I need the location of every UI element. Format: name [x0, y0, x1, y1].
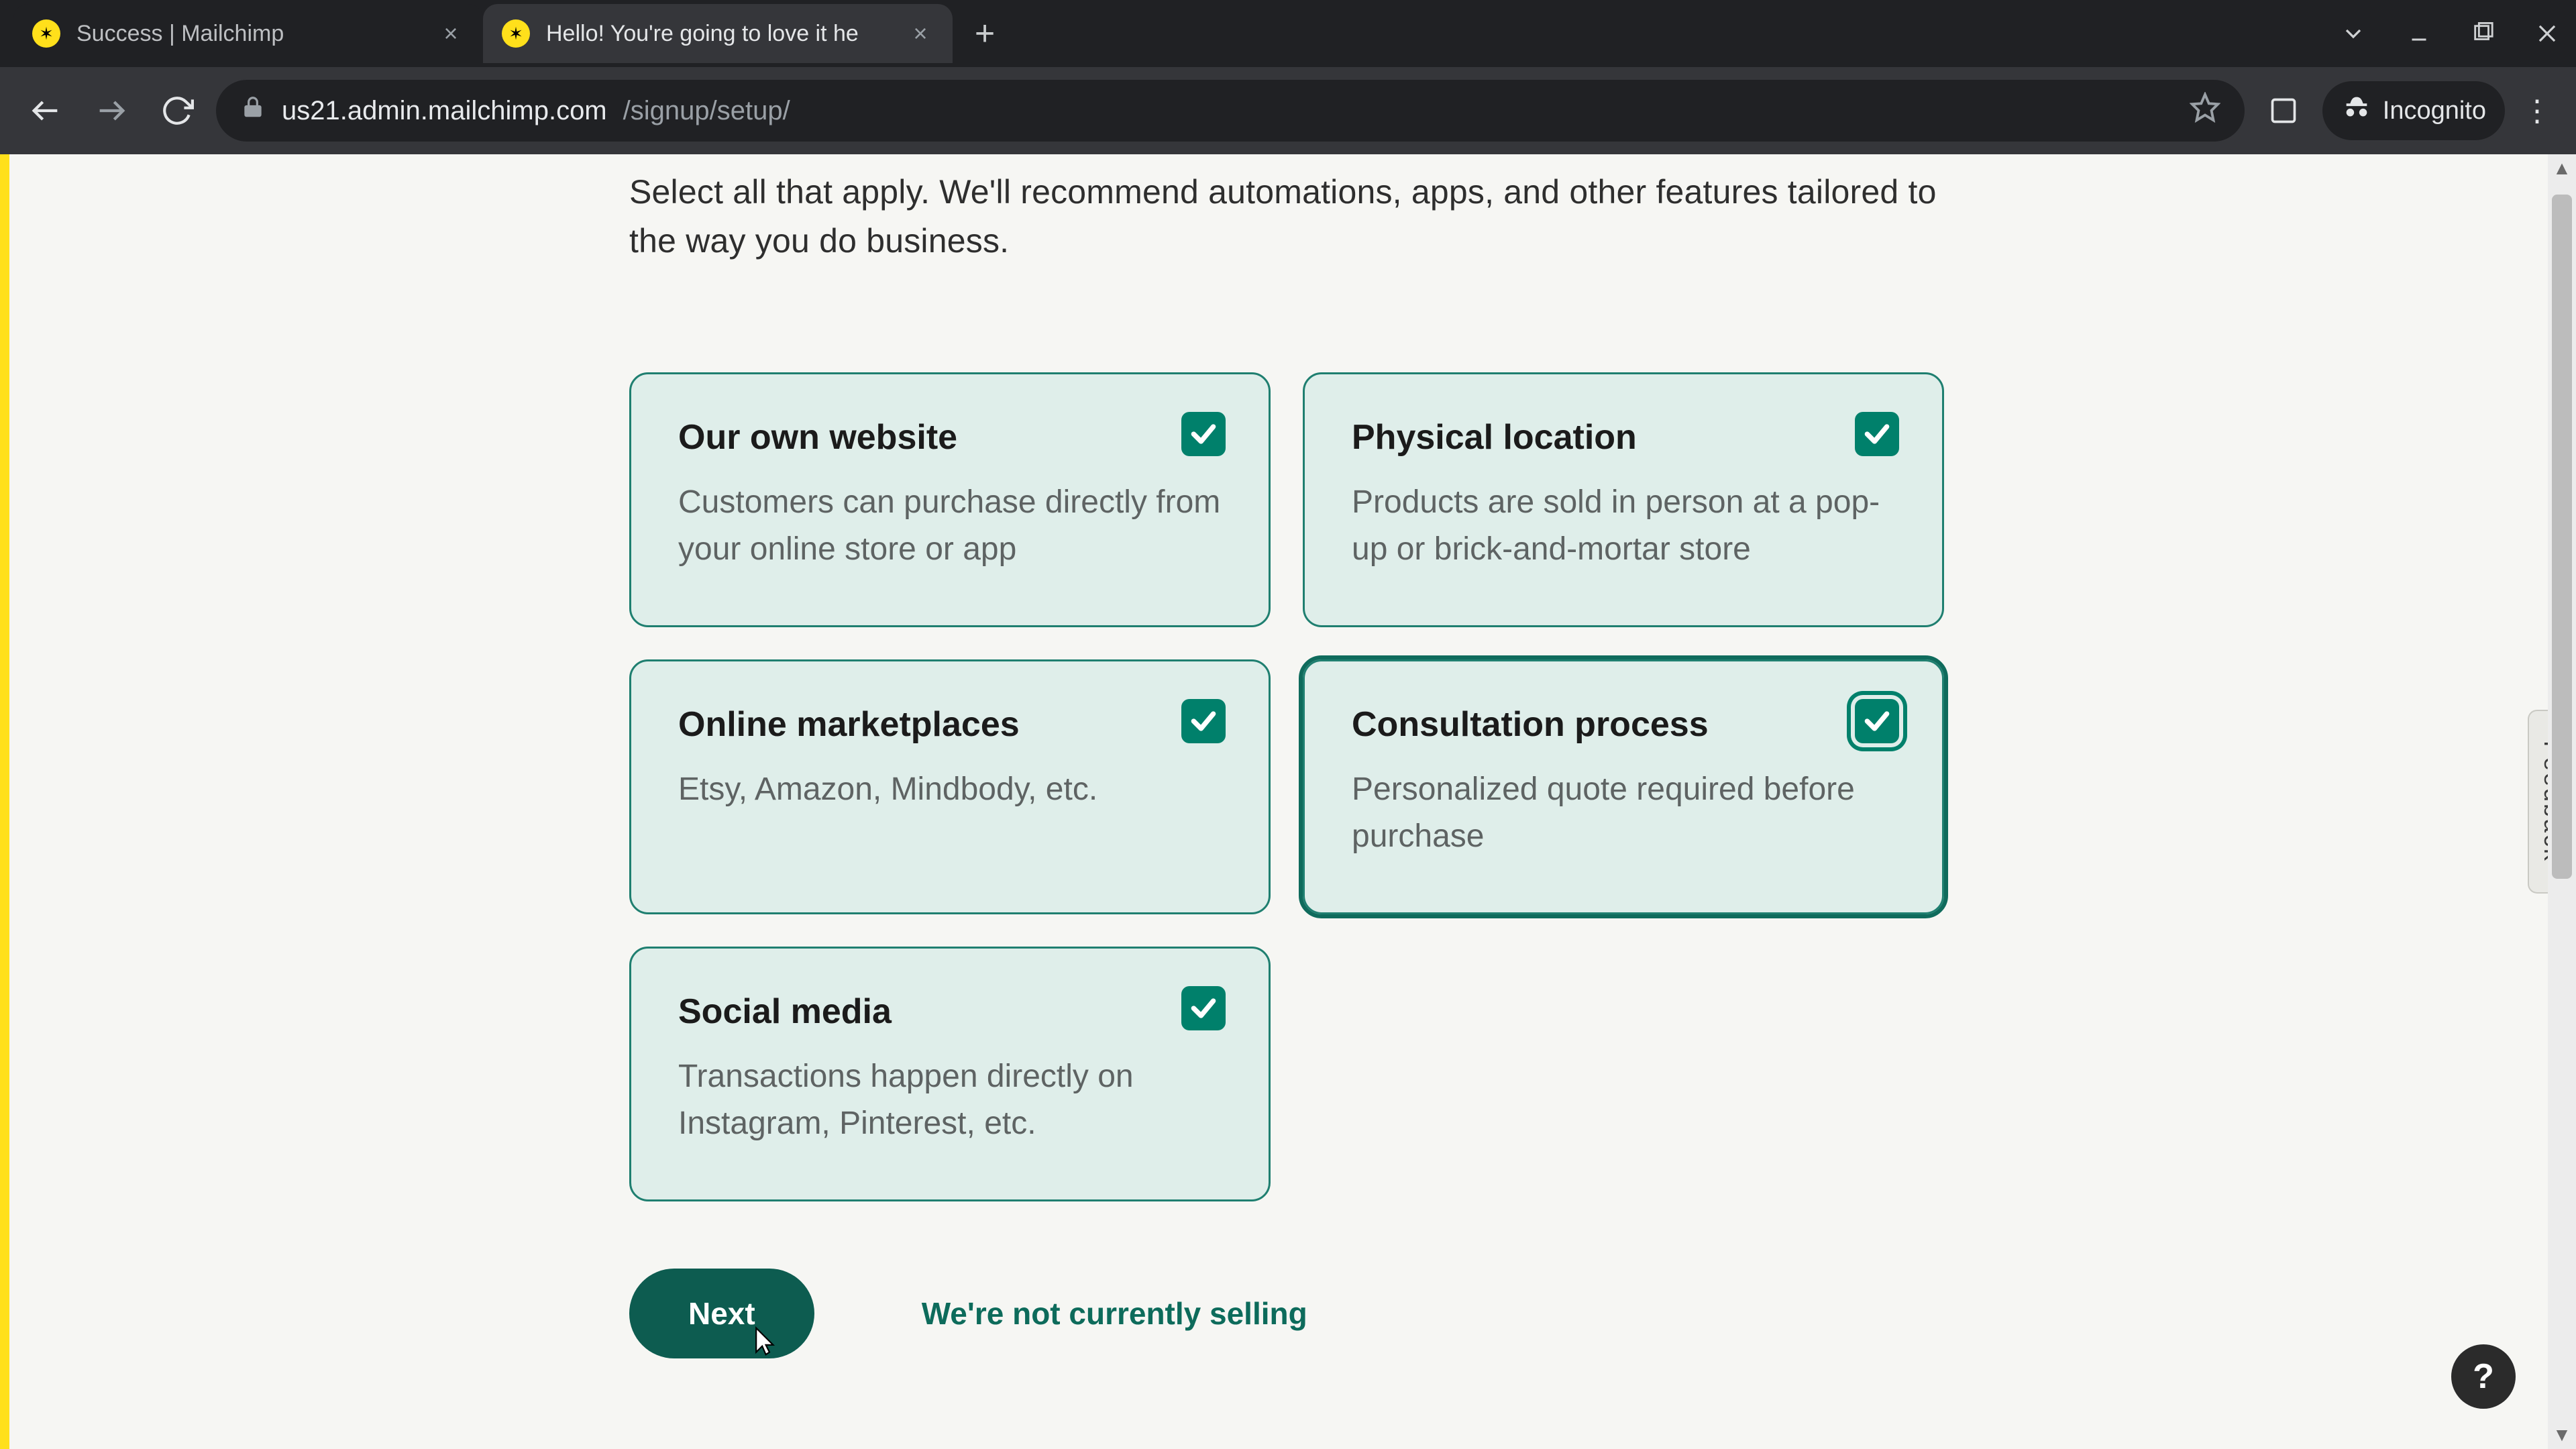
- card-title: Consultation process: [1352, 704, 1895, 745]
- card-sub: Transactions happen directly on Instagra…: [678, 1053, 1222, 1146]
- intro-text: Select all that apply. We'll recommend a…: [629, 154, 1944, 272]
- mailchimp-favicon-icon: ✶: [502, 19, 530, 48]
- help-button[interactable]: ?: [2451, 1344, 2516, 1409]
- close-icon[interactable]: ×: [907, 20, 934, 47]
- address-bar[interactable]: us21.admin.mailchimp.com/signup/setup/: [216, 80, 2245, 142]
- card-sub: Products are sold in person at a pop-up …: [1352, 479, 1895, 572]
- main-content: Select all that apply. We'll recommend a…: [629, 154, 1944, 1358]
- back-button[interactable]: [19, 84, 72, 138]
- url-host: us21.admin.mailchimp.com: [282, 96, 607, 126]
- card-own-website[interactable]: Our own website Customers can purchase d…: [629, 372, 1271, 627]
- option-cards: Our own website Customers can purchase d…: [629, 372, 1944, 1201]
- close-icon[interactable]: ×: [437, 20, 464, 47]
- card-title: Physical location: [1352, 417, 1895, 458]
- checkbox-icon[interactable]: [1855, 412, 1899, 456]
- card-title: Online marketplaces: [678, 704, 1222, 745]
- card-title: Social media: [678, 991, 1222, 1032]
- scroll-down-icon[interactable]: ▼: [2548, 1421, 2576, 1449]
- scroll-up-icon[interactable]: ▲: [2548, 154, 2576, 182]
- next-button[interactable]: Next: [629, 1269, 814, 1358]
- bookmark-icon[interactable]: [2190, 92, 2220, 129]
- card-social-media[interactable]: Social media Transactions happen directl…: [629, 947, 1271, 1201]
- incognito-label: Incognito: [2383, 97, 2486, 125]
- card-online-marketplaces[interactable]: Online marketplaces Etsy, Amazon, Mindbo…: [629, 659, 1271, 914]
- incognito-badge[interactable]: Incognito: [2322, 81, 2505, 140]
- forward-button[interactable]: [85, 84, 138, 138]
- browser-titlebar: ✶ Success | Mailchimp × ✶ Hello! You're …: [0, 0, 2576, 67]
- window-controls: [2340, 0, 2576, 67]
- card-consultation-process[interactable]: Consultation process Personalized quote …: [1303, 659, 1944, 914]
- browser-toolbar: us21.admin.mailchimp.com/signup/setup/ I…: [0, 67, 2576, 154]
- checkbox-icon[interactable]: [1181, 412, 1226, 456]
- new-tab-button[interactable]: +: [965, 13, 1005, 54]
- card-title: Our own website: [678, 417, 1222, 458]
- checkbox-icon[interactable]: [1855, 699, 1899, 743]
- kebab-menu-icon[interactable]: ⋮: [2517, 94, 2557, 128]
- scroll-thumb[interactable]: [2552, 195, 2572, 879]
- tab-0-title: Success | Mailchimp: [76, 21, 421, 47]
- mailchimp-favicon-icon: ✶: [32, 19, 60, 48]
- accent-stripe: [0, 154, 9, 1449]
- scrollbar[interactable]: ▲ ▼: [2548, 154, 2576, 1449]
- not-selling-link[interactable]: We're not currently selling: [922, 1295, 1307, 1332]
- reload-button[interactable]: [150, 84, 204, 138]
- lock-icon: [240, 95, 266, 127]
- extensions-icon[interactable]: [2257, 84, 2310, 138]
- tab-1[interactable]: ✶ Hello! You're going to love it he ×: [483, 4, 953, 63]
- tab-1-title: Hello! You're going to love it he: [546, 21, 891, 47]
- card-sub: Personalized quote required before purch…: [1352, 766, 1895, 859]
- card-sub: Etsy, Amazon, Mindbody, etc.: [678, 766, 1222, 813]
- url-path: /signup/setup/: [623, 96, 790, 126]
- page-viewport: Select all that apply. We'll recommend a…: [0, 154, 2576, 1449]
- maximize-icon[interactable]: [2471, 22, 2494, 45]
- checkbox-icon[interactable]: [1181, 699, 1226, 743]
- card-sub: Customers can purchase directly from you…: [678, 479, 1222, 572]
- minimize-icon[interactable]: [2407, 21, 2431, 46]
- tab-strip: ✶ Success | Mailchimp × ✶ Hello! You're …: [0, 0, 1005, 67]
- incognito-icon: [2341, 92, 2372, 129]
- close-window-icon[interactable]: [2534, 21, 2560, 46]
- chevron-down-icon[interactable]: [2340, 20, 2367, 47]
- checkbox-icon[interactable]: [1181, 986, 1226, 1030]
- form-actions: Next We're not currently selling: [629, 1269, 1944, 1358]
- tab-0[interactable]: ✶ Success | Mailchimp ×: [13, 4, 483, 63]
- card-physical-location[interactable]: Physical location Products are sold in p…: [1303, 372, 1944, 627]
